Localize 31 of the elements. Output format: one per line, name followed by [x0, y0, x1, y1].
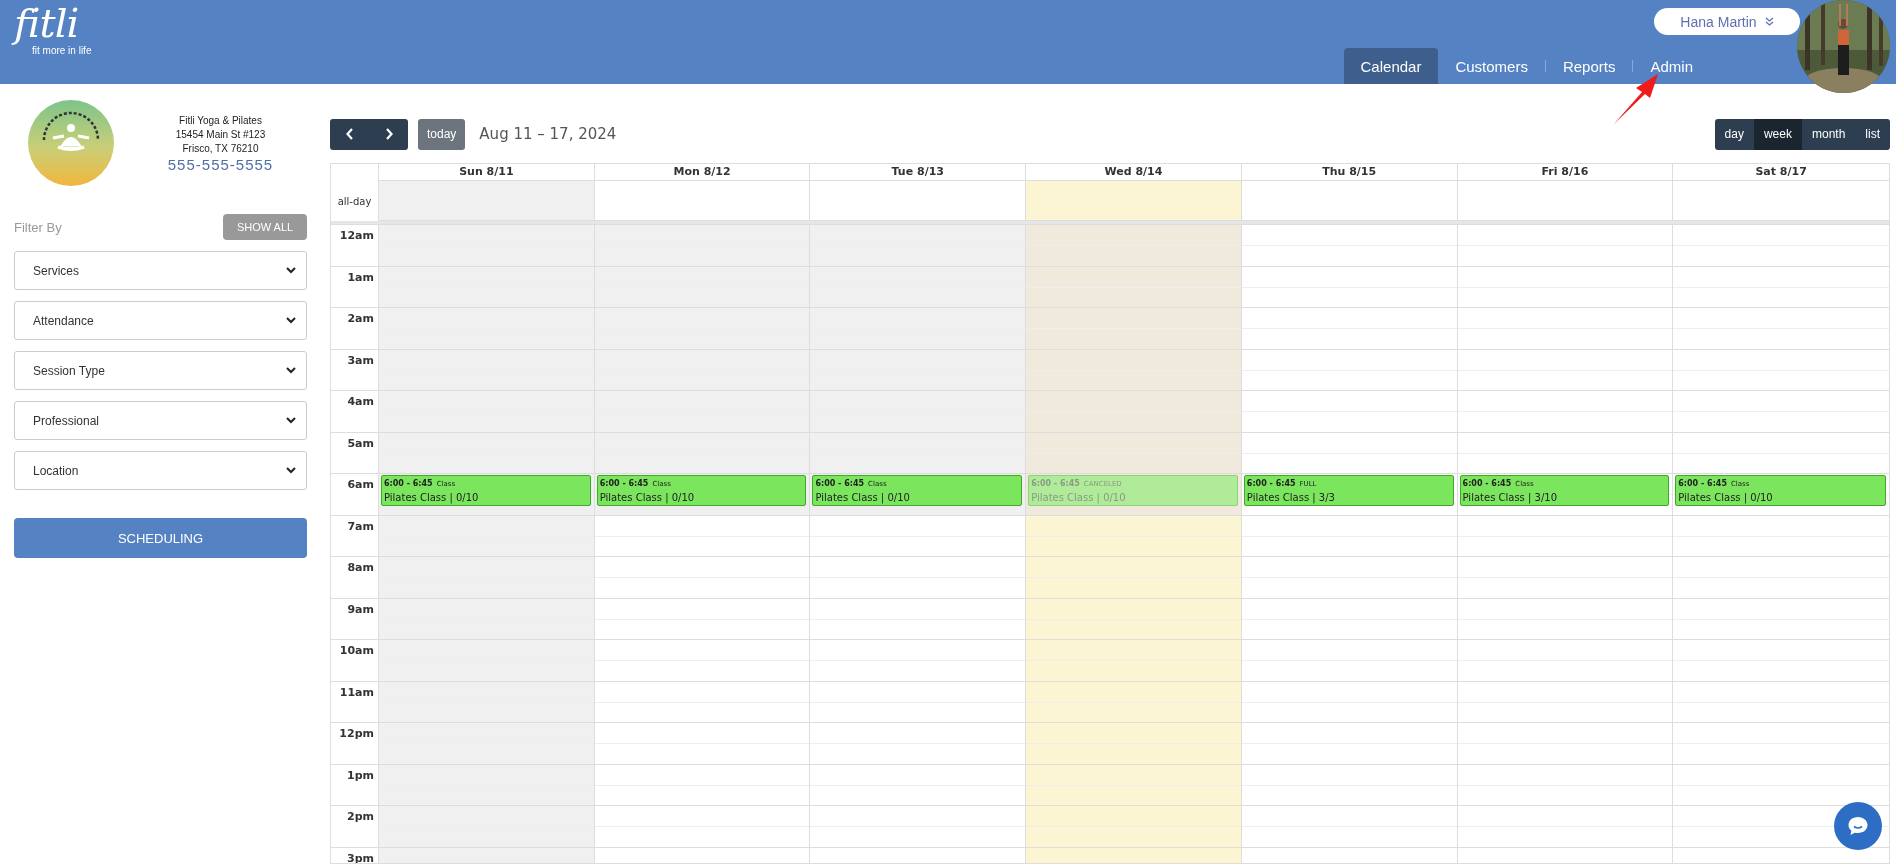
- logo-tagline: fit more in life: [32, 45, 92, 56]
- today-button[interactable]: today: [418, 118, 466, 150]
- chevron-left-icon: [345, 128, 354, 140]
- view-tab[interactable]: list: [1855, 118, 1890, 150]
- studio-street: 15454 Main St #123: [175, 128, 266, 142]
- nav-tab[interactable]: Reports: [1545, 48, 1633, 84]
- user-menu[interactable]: Hana Martin: [1654, 8, 1800, 35]
- studio-phone: 555-555-5555: [167, 158, 274, 172]
- nav-tab[interactable]: Calendar: [1343, 48, 1439, 84]
- filter-select[interactable]: Services: [14, 251, 307, 290]
- studio-name: Fitli Yoga & Pilates: [179, 114, 262, 128]
- filter-title: Filter By: [14, 219, 62, 235]
- chevron-down-icon: [286, 467, 296, 474]
- filter-select[interactable]: Location: [14, 451, 307, 490]
- nav-tab[interactable]: Customers: [1438, 48, 1545, 84]
- view-tab[interactable]: day: [1714, 118, 1754, 150]
- chevron-down-icon: [286, 267, 296, 274]
- studio-city: Frisco, TX 76210: [182, 142, 259, 156]
- chevron-down-icon: [286, 417, 296, 424]
- chevron-down-icon: [286, 367, 296, 374]
- nav-tab[interactable]: Admin: [1633, 48, 1710, 84]
- filter-select[interactable]: Professional: [14, 401, 307, 440]
- filter-select[interactable]: Session Type: [14, 351, 307, 390]
- scheduling-button[interactable]: SCHEDULING: [14, 518, 307, 558]
- filter-select[interactable]: Attendance: [14, 301, 307, 340]
- double-chevron-icon: [1764, 16, 1774, 27]
- view-tab[interactable]: week: [1753, 118, 1802, 150]
- date-range: Aug 11 – 17, 2024: [479, 125, 617, 143]
- view-tab[interactable]: month: [1801, 118, 1856, 150]
- chevron-down-icon: [286, 317, 296, 324]
- chevron-right-icon: [384, 128, 393, 140]
